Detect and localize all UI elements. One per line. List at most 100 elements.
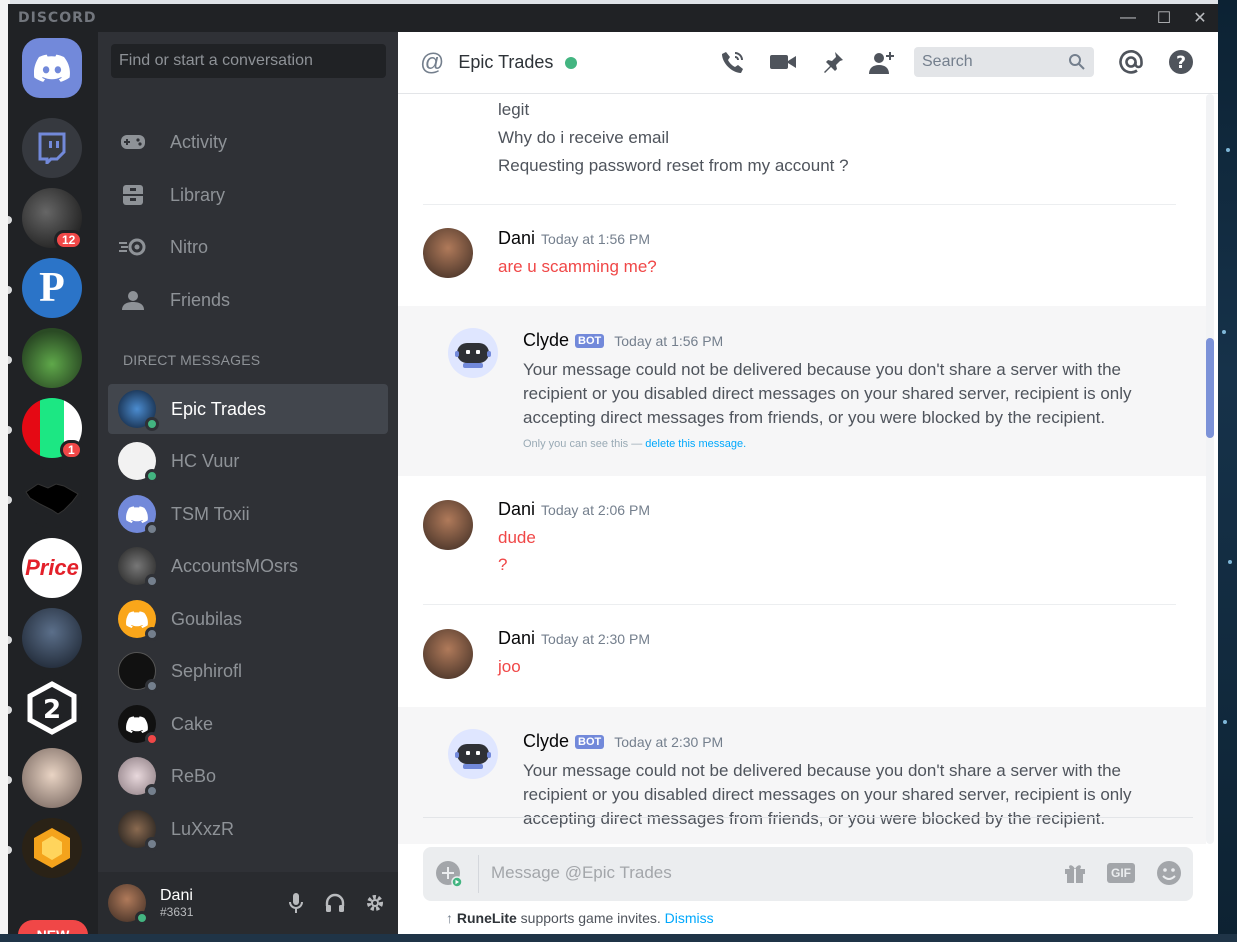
status-offline-indicator <box>145 574 159 588</box>
unread-indicator <box>8 636 12 644</box>
message-author[interactable]: Dani Today at 2:30 PM <box>498 628 650 649</box>
dm-item-tsm-toxii[interactable]: TSM Toxii <box>108 489 388 539</box>
maximize-button[interactable]: ☐ <box>1146 4 1182 32</box>
discord-logo-icon <box>126 610 148 628</box>
dm-name: Epic Trades <box>171 398 267 419</box>
dm-item-luxxzr[interactable]: LuXxzR <box>108 804 388 854</box>
dm-item-epic-trades[interactable]: Epic Trades <box>108 384 388 434</box>
upload-plus-icon <box>436 861 463 888</box>
nav-friends[interactable]: Friends <box>108 278 388 322</box>
avatar <box>118 600 159 641</box>
clyde-avatar[interactable] <box>448 328 498 378</box>
avatar[interactable] <box>423 228 473 278</box>
discord-logo-icon <box>126 505 148 523</box>
clyde-bot-icon <box>455 744 491 769</box>
unread-indicator <box>8 426 12 434</box>
pinned-messages-button[interactable] <box>808 46 858 78</box>
help-button[interactable]: ? <box>1156 46 1206 78</box>
message-author[interactable]: Dani Today at 1:56 PM <box>498 228 650 249</box>
message-content: dude <box>498 528 536 547</box>
status-online-indicator <box>145 417 159 431</box>
message-content: joo <box>498 657 521 676</box>
bot-tag: BOT <box>575 734 605 749</box>
dm-item-goubilas[interactable]: Goubilas <box>108 594 388 644</box>
dm-name: ReBo <box>171 765 217 786</box>
unread-indicator <box>8 706 12 714</box>
message-timestamp: Today at 2:30 PM <box>614 733 724 750</box>
nav-activity[interactable]: Activity <box>108 120 388 164</box>
discord-logo-icon <box>126 715 148 733</box>
add-friend-button[interactable] <box>858 46 908 78</box>
phone-call-icon <box>722 52 743 73</box>
settings-gear-icon[interactable] <box>364 892 386 914</box>
user-avatar[interactable] <box>108 884 149 925</box>
dm-item-rebo[interactable]: ReBo <box>108 751 388 801</box>
message-content: ? <box>498 555 508 574</box>
message-timestamp: Today at 2:06 PM <box>541 502 650 518</box>
orange-hex-icon <box>34 828 70 868</box>
message-author[interactable]: Clyde BOT Today at 1:56 PM <box>523 330 723 351</box>
message-author[interactable]: Clyde BOT Today at 2:30 PM <box>523 731 723 752</box>
close-button[interactable]: ✕ <box>1182 4 1218 32</box>
delete-message-link[interactable]: delete this message. <box>645 438 746 450</box>
mentions-button[interactable] <box>1106 46 1156 78</box>
video-camera-icon <box>770 55 796 69</box>
chat-search-input[interactable]: Search <box>914 47 1094 77</box>
dm-item-hc-vuur[interactable]: HC Vuur <box>108 436 388 486</box>
message-timestamp: Today at 1:56 PM <box>614 332 724 349</box>
status-offline-indicator <box>145 784 159 798</box>
dm-item-sephirofl[interactable]: Sephirofl <box>108 646 388 696</box>
nav-nitro[interactable]: Nitro <box>108 225 388 269</box>
server-hooded[interactable] <box>22 608 82 668</box>
dm-name: TSM Toxii <box>171 503 250 524</box>
call-button[interactable] <box>708 46 758 78</box>
tip-arrow-icon: ↑ <box>446 910 453 926</box>
new-servers-pill[interactable]: NEW <box>18 920 88 934</box>
composer-divider <box>423 817 1193 818</box>
dm-item-cake[interactable]: Cake <box>108 699 388 749</box>
server-hex-orange[interactable] <box>22 818 82 878</box>
message-input[interactable]: Message @Epic Trades <box>491 863 672 883</box>
server-price[interactable]: Price <box>22 538 82 598</box>
clyde-avatar[interactable] <box>448 729 498 779</box>
microphone-icon[interactable] <box>286 892 306 914</box>
ephemeral-note-text: Only you can see this — <box>523 438 646 450</box>
nav-library[interactable]: Library <box>108 173 388 217</box>
server-portrait[interactable] <box>22 748 82 808</box>
notification-badge: 1 <box>60 440 83 460</box>
message-line: accepting direct messages from friends, … <box>523 408 1106 427</box>
message-content: are u scamming me? <box>498 257 657 276</box>
conversation-search-input[interactable]: Find or start a conversation <box>111 44 386 78</box>
server-handshake[interactable] <box>22 468 82 528</box>
avatar <box>118 810 159 851</box>
avatar <box>118 705 159 746</box>
message-line: Why do i receive email <box>498 128 670 147</box>
server-p[interactable]: P <box>22 258 82 318</box>
scrollbar-thumb[interactable] <box>1206 338 1214 438</box>
dm-item-accountsmosrs[interactable]: AccountsMOsrs <box>108 541 388 591</box>
composer-separator <box>478 855 479 893</box>
minimize-button[interactable]: — <box>1110 4 1146 32</box>
status-online-indicator <box>145 469 159 483</box>
server-twitch[interactable] <box>22 118 82 178</box>
gif-button[interactable]: GIF <box>1107 863 1135 883</box>
home-button[interactable] <box>22 38 82 98</box>
emoji-picker-icon[interactable] <box>1155 859 1183 887</box>
avatar <box>118 390 159 431</box>
status-offline-indicator <box>145 522 159 536</box>
avatar[interactable] <box>423 500 473 550</box>
avatar[interactable] <box>423 629 473 679</box>
message-line: legit <box>498 100 530 119</box>
message-scrollbar[interactable] <box>1206 94 1214 844</box>
game-invite-tip: ↑ RuneLite supports game invites. Dismis… <box>446 910 714 926</box>
video-call-button[interactable] <box>758 46 808 78</box>
dismiss-link[interactable]: Dismiss <box>665 910 714 926</box>
message-timestamp: Today at 1:56 PM <box>541 231 650 247</box>
message-author[interactable]: Dani Today at 2:06 PM <box>498 499 650 520</box>
upload-button[interactable] <box>435 860 463 888</box>
server-pepe[interactable] <box>22 328 82 388</box>
headphones-icon[interactable] <box>324 892 346 914</box>
message-divider <box>423 204 1176 205</box>
server-2[interactable]: 2 <box>22 678 82 738</box>
gift-icon[interactable] <box>1063 861 1087 885</box>
